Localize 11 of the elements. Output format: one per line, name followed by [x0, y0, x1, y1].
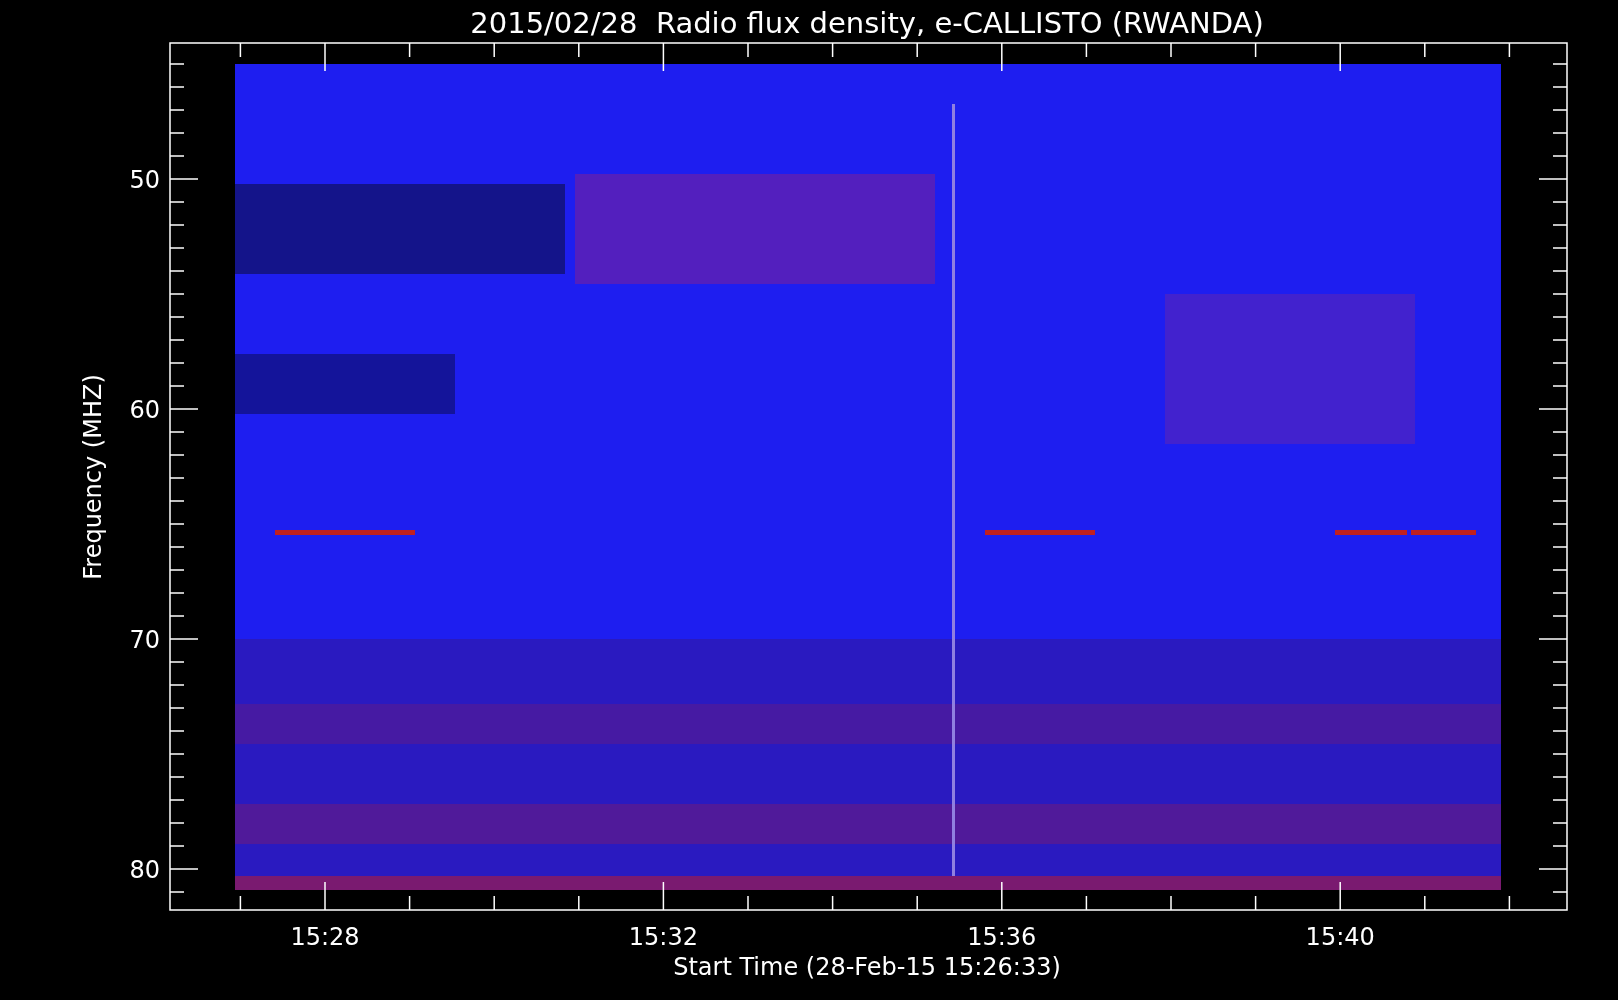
x-axis-title: Start Time (28-Feb-15 15:26:33)	[673, 953, 1061, 981]
y-axis-title: Frequency (MHZ)	[79, 374, 107, 580]
x-tick-label: 15:32	[628, 923, 698, 951]
y-tick-label: 50	[129, 166, 160, 194]
plot-title: 2015/02/28 Radio flux density, e-CALLISTO (RWANDA)	[470, 6, 1264, 40]
x-tick-label: 15:40	[1305, 923, 1375, 951]
x-tick-label: 15:36	[967, 923, 1037, 951]
y-tick-label: 60	[129, 396, 160, 424]
x-tick-label: 15:28	[290, 923, 360, 951]
y-tick-label: 80	[129, 856, 160, 884]
y-tick-label: 70	[129, 626, 160, 654]
